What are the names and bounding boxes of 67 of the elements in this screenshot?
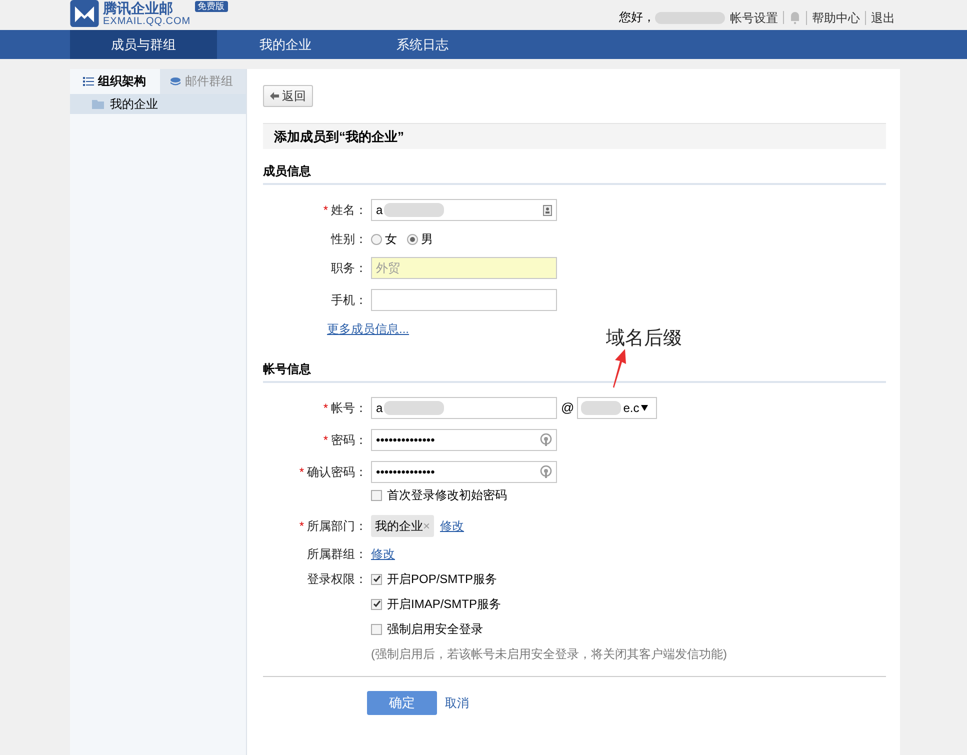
radio-label: 女 — [385, 231, 397, 247]
edit-link[interactable]: 修改 — [440, 518, 464, 534]
field-label: 所属群组： — [307, 547, 367, 561]
edition-badge: 免费版 — [194, 1, 228, 12]
section-title: 帐号信息 — [263, 361, 886, 383]
bell-icon[interactable] — [789, 11, 801, 24]
nav-tab[interactable]: 成员与群组 — [70, 30, 217, 59]
checkbox-label: 强制启用安全登录 — [387, 621, 483, 637]
checkbox[interactable] — [371, 598, 382, 610]
checkbox-label: 开启POP/SMTP服务 — [387, 571, 498, 587]
domain-select[interactable]: e.c — [577, 397, 658, 419]
field-label: 帐号： — [331, 401, 367, 415]
tree-item[interactable]: 我的企业 — [70, 94, 246, 114]
checkbox-label: 开启IMAP/SMTP服务 — [387, 596, 502, 612]
password-field[interactable]: •••••••••••••• — [371, 429, 557, 451]
radio-label: 男 — [421, 231, 433, 247]
field-label: 所属部门： — [307, 519, 367, 533]
key-icon — [540, 433, 552, 447]
nav-tab[interactable]: 我的企业 — [217, 30, 354, 59]
logo-subtitle: EXMAIL.QQ.COM — [103, 16, 191, 27]
radio-button[interactable] — [407, 234, 418, 244]
caret-icon — [641, 405, 648, 411]
more-info-link[interactable]: 更多成员信息... — [327, 322, 410, 336]
blurred-username — [655, 12, 725, 24]
form-title: 添加成员到“我的企业” — [263, 123, 886, 149]
required-mark: * — [323, 203, 328, 217]
nav-tab[interactable]: 系统日志 — [354, 30, 491, 59]
contact-card-icon — [543, 204, 552, 216]
field-label: 密码： — [331, 433, 367, 447]
field-label: 性别： — [331, 232, 367, 246]
checkbox[interactable] — [371, 624, 382, 634]
field-label: 确认密码： — [307, 465, 367, 479]
sidebar-tab[interactable]: 组织架构 — [70, 69, 160, 94]
mobile-field[interactable] — [371, 289, 557, 311]
logo-title: 腾讯企业邮 — [103, 0, 174, 16]
field-label: 职务： — [331, 261, 367, 275]
checkbox[interactable] — [371, 490, 382, 500]
field-label: 姓名： — [331, 203, 367, 217]
edit-link[interactable]: 修改 — [371, 546, 395, 562]
header-link[interactable]: 帮助中心 — [806, 10, 865, 24]
account-settings-link[interactable]: 帐号设置 — [725, 10, 783, 24]
section-title: 成员信息 — [263, 163, 886, 185]
header-link[interactable]: 退出 — [865, 10, 900, 24]
field-label: 登录权限： — [307, 572, 367, 586]
back-button[interactable]: 返回 — [263, 85, 313, 107]
radio-button[interactable] — [371, 234, 382, 244]
name-field[interactable]: a — [371, 199, 557, 221]
field-label: 手机： — [331, 293, 367, 307]
left-arrow-icon — [270, 92, 279, 100]
confirm-password-field[interactable]: •••••••••••••• — [371, 461, 557, 483]
required-mark: * — [299, 519, 304, 533]
folder-icon — [92, 100, 104, 108]
required-mark: * — [323, 433, 328, 447]
account-field[interactable]: a — [371, 397, 557, 419]
key-icon — [540, 465, 552, 479]
checkbox[interactable] — [371, 574, 382, 584]
cancel-link[interactable]: 取消 — [445, 695, 469, 711]
stack-icon — [170, 77, 181, 86]
list-icon — [83, 77, 94, 86]
required-mark: * — [299, 465, 304, 479]
checkbox-label: 首次登录修改初始密码 — [387, 487, 507, 503]
required-mark: * — [323, 401, 328, 415]
at-sign: @ — [561, 400, 574, 416]
logo-icon — [70, 0, 99, 27]
department-tag: 我的企业× — [371, 515, 434, 537]
permission-note: (强制启用后，若该帐号未启用安全登录，将关闭其客户端发信功能) — [371, 646, 728, 662]
greeting-text: 您好， — [619, 9, 655, 26]
